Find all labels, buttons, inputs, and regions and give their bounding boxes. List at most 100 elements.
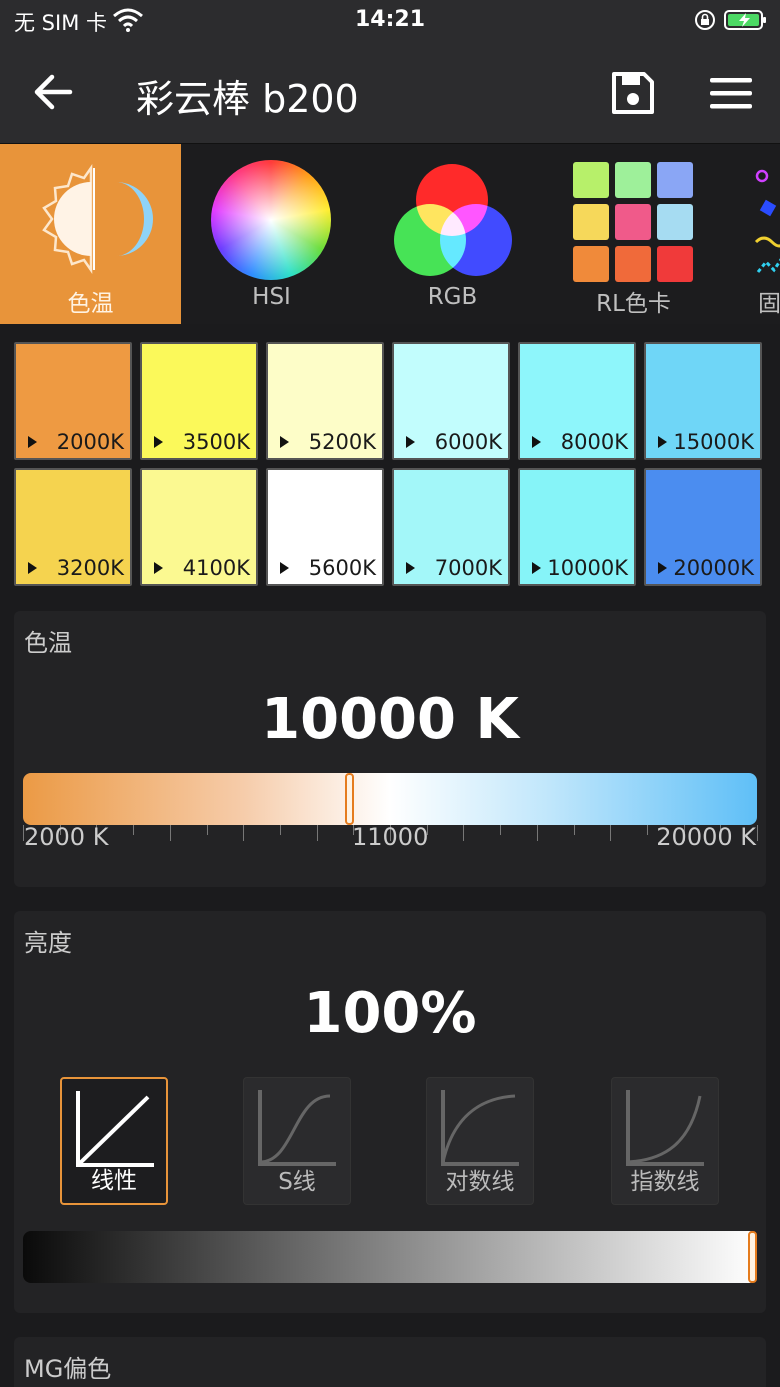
battery-icon [724, 10, 766, 30]
preset-label: 3500K [182, 430, 250, 454]
scale-tick [536, 825, 538, 841]
nav-bar: 彩云棒 b200 [0, 40, 780, 144]
preset-swatch[interactable]: 6000K [392, 342, 510, 460]
scale-tick [169, 825, 171, 841]
preset-swatch[interactable]: 4100K [140, 468, 258, 586]
exp-curve-icon [626, 1090, 704, 1166]
color-cards-icon [573, 162, 693, 282]
tab-rgb[interactable]: RGB [362, 144, 543, 324]
preset-swatch[interactable]: 20000K [644, 468, 762, 586]
play-icon [532, 562, 541, 574]
color-wheel-icon [211, 160, 331, 280]
curve-s-label: S线 [278, 1169, 316, 1195]
preset-swatch[interactable]: 5600K [266, 468, 384, 586]
play-icon [406, 562, 415, 574]
preset-label: 10000K [547, 556, 628, 580]
tab-hsi[interactable]: HSI [181, 144, 362, 324]
rgb-circles-icon [394, 164, 512, 276]
tab-cct[interactable]: 色温 [0, 144, 181, 324]
preset-swatch[interactable]: 2000K [14, 342, 132, 460]
curve-linear-button[interactable]: 线性 [60, 1077, 168, 1205]
scale-tick [610, 825, 612, 841]
log-curve-icon [441, 1090, 519, 1166]
scale-tick [243, 825, 245, 841]
s-curve-icon [258, 1090, 336, 1166]
orientation-lock-icon [695, 10, 715, 30]
tab-rgb-label: RGB [427, 284, 478, 310]
preset-swatch[interactable]: 15000K [644, 342, 762, 460]
play-icon [406, 436, 415, 448]
preset-label: 3200K [56, 556, 124, 580]
preset-swatch[interactable]: 3500K [140, 342, 258, 460]
play-icon [154, 436, 163, 448]
tab-rl-cards-label: RL色卡 [596, 291, 671, 317]
tab-hsi-label: HSI [252, 284, 291, 310]
scale-tick [500, 825, 502, 835]
preset-swatch[interactable]: 5200K [266, 342, 384, 460]
sun-moon-icon [42, 164, 153, 274]
preset-label: 2000K [56, 430, 124, 454]
brightness-slider[interactable] [23, 1231, 757, 1283]
scale-tick [206, 825, 208, 835]
cct-min-label: 2000 K [24, 823, 109, 851]
preset-swatch[interactable]: 8000K [518, 342, 636, 460]
status-bar: 无 SIM 卡 14:21 [0, 0, 780, 40]
brightness-section-label: 亮度 [24, 929, 72, 957]
scale-tick [463, 825, 465, 841]
cct-slider[interactable] [23, 773, 757, 825]
curve-exp-button[interactable]: 指数线 [611, 1077, 719, 1205]
save-icon[interactable] [610, 70, 656, 116]
curve-s-button[interactable]: S线 [243, 1077, 351, 1205]
curve-exp-label: 指数线 [630, 1169, 700, 1195]
cct-slider-handle[interactable] [345, 773, 354, 825]
brightness-value: 100% [303, 981, 477, 1046]
cct-mid-label: 11000 [352, 823, 429, 851]
preset-label: 4100K [182, 556, 250, 580]
clock: 14:21 [354, 7, 426, 32]
scale-tick [279, 825, 281, 835]
scale-tick [316, 825, 318, 841]
cct-section-label: 色温 [24, 629, 72, 657]
play-icon [28, 436, 37, 448]
play-icon [28, 562, 37, 574]
cct-value: 10000 K [261, 687, 519, 752]
curve-log-label: 对数线 [445, 1169, 515, 1195]
tab-effects-label: 固 [758, 291, 780, 317]
cct-max-label: 20000 K [656, 823, 756, 851]
brightness-panel: 亮度 100% 线性 S线 对数线 指数线 [14, 911, 766, 1313]
back-arrow-icon[interactable] [30, 72, 76, 112]
play-icon [154, 562, 163, 574]
play-icon [280, 436, 289, 448]
scale-tick [573, 825, 575, 835]
scale-tick [646, 825, 648, 835]
scale-tick [757, 825, 758, 841]
preset-label: 8000K [560, 430, 628, 454]
confetti-icon [754, 169, 780, 273]
cct-panel: 色温 10000 K 2000 K 11000 20000 K [14, 611, 766, 887]
play-icon [658, 562, 667, 574]
tab-effects[interactable]: 固 [724, 144, 780, 324]
preset-label: 15000K [673, 430, 754, 454]
preset-label: 7000K [434, 556, 502, 580]
preset-swatch[interactable]: 3200K [14, 468, 132, 586]
preset-swatch[interactable]: 7000K [392, 468, 510, 586]
preset-label: 5600K [308, 556, 376, 580]
play-icon [658, 436, 667, 448]
play-icon [532, 436, 541, 448]
menu-icon[interactable] [708, 74, 754, 112]
linear-curve-icon [76, 1091, 154, 1167]
play-icon [280, 562, 289, 574]
curve-linear-label: 线性 [91, 1168, 137, 1194]
mg-panel: MG偏色 [14, 1337, 766, 1387]
preset-label: 20000K [673, 556, 754, 580]
tab-rl-cards[interactable]: RL色卡 [543, 144, 724, 324]
page-title: 彩云棒 b200 [136, 77, 359, 121]
preset-swatch[interactable]: 10000K [518, 468, 636, 586]
mode-tabs: 色温 HSI RGB RL色卡 固 [0, 144, 780, 324]
brightness-slider-handle[interactable] [748, 1231, 757, 1283]
curve-log-button[interactable]: 对数线 [426, 1077, 534, 1205]
scale-tick [133, 825, 135, 835]
mg-section-label: MG偏色 [24, 1355, 112, 1383]
tab-cct-label: 色温 [67, 291, 114, 317]
preset-label: 6000K [434, 430, 502, 454]
